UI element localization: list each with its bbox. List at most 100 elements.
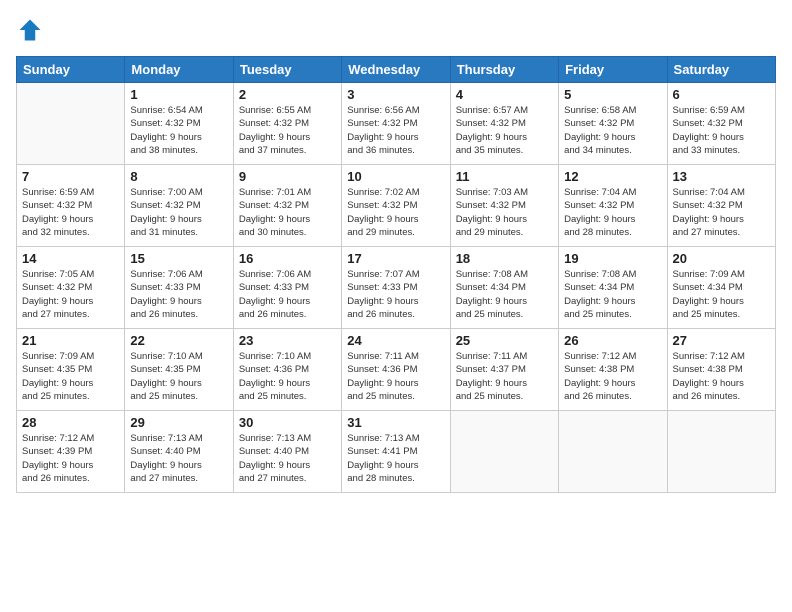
day-number: 4 <box>456 87 553 102</box>
day-info: Sunrise: 7:06 AM Sunset: 4:33 PM Dayligh… <box>130 268 227 321</box>
calendar-cell: 17Sunrise: 7:07 AM Sunset: 4:33 PM Dayli… <box>342 247 450 329</box>
day-info: Sunrise: 7:10 AM Sunset: 4:35 PM Dayligh… <box>130 350 227 403</box>
day-number: 19 <box>564 251 661 266</box>
day-number: 23 <box>239 333 336 348</box>
day-number: 11 <box>456 169 553 184</box>
day-info: Sunrise: 7:06 AM Sunset: 4:33 PM Dayligh… <box>239 268 336 321</box>
day-info: Sunrise: 7:13 AM Sunset: 4:41 PM Dayligh… <box>347 432 444 485</box>
calendar-cell: 10Sunrise: 7:02 AM Sunset: 4:32 PM Dayli… <box>342 165 450 247</box>
calendar-cell: 8 Sunrise: 7:00 AM Sunset: 4:32 PM Daylig… <box>125 165 233 247</box>
day-info: Sunrise: 7:12 AM Sunset: 4:38 PM Dayligh… <box>673 350 770 403</box>
weekday-header-row: SundayMondayTuesdayWednesdayThursdayFrid… <box>17 57 776 83</box>
calendar-cell: 12 Sunrise: 7:04 AM Sunset: 4:32 PM Dayli… <box>559 165 667 247</box>
day-number: 26 <box>564 333 661 348</box>
day-number: 2 <box>239 87 336 102</box>
calendar: SundayMondayTuesdayWednesdayThursdayFrid… <box>16 56 776 493</box>
day-info: Sunrise: 7:00 AM Sunset: 4:32 PM Dayligh… <box>130 186 227 239</box>
logo <box>16 16 48 44</box>
day-info: Sunrise: 7:12 AM Sunset: 4:39 PM Dayligh… <box>22 432 119 485</box>
weekday-header-saturday: Saturday <box>667 57 775 83</box>
day-number: 25 <box>456 333 553 348</box>
day-number: 8 <box>130 169 227 184</box>
day-number: 27 <box>673 333 770 348</box>
day-info: Sunrise: 7:11 AM Sunset: 4:36 PM Dayligh… <box>347 350 444 403</box>
day-number: 18 <box>456 251 553 266</box>
day-number: 24 <box>347 333 444 348</box>
day-info: Sunrise: 7:13 AM Sunset: 4:40 PM Dayligh… <box>130 432 227 485</box>
calendar-cell: 2Sunrise: 6:55 AM Sunset: 4:32 PM Daylig… <box>233 83 341 165</box>
calendar-cell: 7 Sunrise: 6:59 AM Sunset: 4:32 PM Daylig… <box>17 165 125 247</box>
calendar-cell: 22Sunrise: 7:10 AM Sunset: 4:35 PM Dayli… <box>125 329 233 411</box>
calendar-cell: 3 Sunrise: 6:56 AM Sunset: 4:32 PM Daylig… <box>342 83 450 165</box>
day-number: 30 <box>239 415 336 430</box>
calendar-cell: 29Sunrise: 7:13 AM Sunset: 4:40 PM Dayli… <box>125 411 233 493</box>
calendar-cell: 18 Sunrise: 7:08 AM Sunset: 4:34 PM Dayli… <box>450 247 558 329</box>
day-info: Sunrise: 7:11 AM Sunset: 4:37 PM Dayligh… <box>456 350 553 403</box>
day-info: Sunrise: 7:08 AM Sunset: 4:34 PM Dayligh… <box>564 268 661 321</box>
day-number: 15 <box>130 251 227 266</box>
week-row-5: 28 Sunrise: 7:12 AM Sunset: 4:39 PM Dayli… <box>17 411 776 493</box>
calendar-cell: 5 Sunrise: 6:58 AM Sunset: 4:32 PM Daylig… <box>559 83 667 165</box>
day-info: Sunrise: 6:57 AM Sunset: 4:32 PM Dayligh… <box>456 104 553 157</box>
day-number: 9 <box>239 169 336 184</box>
calendar-cell: 4 Sunrise: 6:57 AM Sunset: 4:32 PM Daylig… <box>450 83 558 165</box>
day-number: 5 <box>564 87 661 102</box>
day-number: 10 <box>347 169 444 184</box>
day-number: 16 <box>239 251 336 266</box>
calendar-cell: 24 Sunrise: 7:11 AM Sunset: 4:36 PM Dayli… <box>342 329 450 411</box>
day-info: Sunrise: 7:10 AM Sunset: 4:36 PM Dayligh… <box>239 350 336 403</box>
weekday-header-sunday: Sunday <box>17 57 125 83</box>
week-row-3: 14Sunrise: 7:05 AM Sunset: 4:32 PM Dayli… <box>17 247 776 329</box>
day-info: Sunrise: 7:04 AM Sunset: 4:32 PM Dayligh… <box>564 186 661 239</box>
calendar-cell: 27 Sunrise: 7:12 AM Sunset: 4:38 PM Dayli… <box>667 329 775 411</box>
day-info: Sunrise: 7:04 AM Sunset: 4:32 PM Dayligh… <box>673 186 770 239</box>
calendar-cell <box>559 411 667 493</box>
day-number: 3 <box>347 87 444 102</box>
day-info: Sunrise: 6:59 AM Sunset: 4:32 PM Dayligh… <box>673 104 770 157</box>
weekday-header-friday: Friday <box>559 57 667 83</box>
calendar-cell: 26 Sunrise: 7:12 AM Sunset: 4:38 PM Dayli… <box>559 329 667 411</box>
day-info: Sunrise: 7:01 AM Sunset: 4:32 PM Dayligh… <box>239 186 336 239</box>
day-info: Sunrise: 7:07 AM Sunset: 4:33 PM Dayligh… <box>347 268 444 321</box>
day-info: Sunrise: 7:13 AM Sunset: 4:40 PM Dayligh… <box>239 432 336 485</box>
calendar-cell: 23 Sunrise: 7:10 AM Sunset: 4:36 PM Dayli… <box>233 329 341 411</box>
calendar-cell <box>17 83 125 165</box>
day-info: Sunrise: 7:03 AM Sunset: 4:32 PM Dayligh… <box>456 186 553 239</box>
header <box>16 16 776 44</box>
calendar-cell: 28 Sunrise: 7:12 AM Sunset: 4:39 PM Dayli… <box>17 411 125 493</box>
day-number: 28 <box>22 415 119 430</box>
calendar-cell: 25 Sunrise: 7:11 AM Sunset: 4:37 PM Dayli… <box>450 329 558 411</box>
day-info: Sunrise: 6:56 AM Sunset: 4:32 PM Dayligh… <box>347 104 444 157</box>
day-number: 31 <box>347 415 444 430</box>
day-number: 20 <box>673 251 770 266</box>
day-info: Sunrise: 6:58 AM Sunset: 4:32 PM Dayligh… <box>564 104 661 157</box>
day-number: 14 <box>22 251 119 266</box>
day-info: Sunrise: 6:54 AM Sunset: 4:32 PM Dayligh… <box>130 104 227 157</box>
week-row-2: 7 Sunrise: 6:59 AM Sunset: 4:32 PM Daylig… <box>17 165 776 247</box>
calendar-cell: 14Sunrise: 7:05 AM Sunset: 4:32 PM Dayli… <box>17 247 125 329</box>
day-info: Sunrise: 7:08 AM Sunset: 4:34 PM Dayligh… <box>456 268 553 321</box>
calendar-cell <box>450 411 558 493</box>
day-number: 13 <box>673 169 770 184</box>
calendar-cell: 19 Sunrise: 7:08 AM Sunset: 4:34 PM Dayli… <box>559 247 667 329</box>
calendar-cell: 6Sunrise: 6:59 AM Sunset: 4:32 PM Daylig… <box>667 83 775 165</box>
calendar-cell: 9 Sunrise: 7:01 AM Sunset: 4:32 PM Daylig… <box>233 165 341 247</box>
day-info: Sunrise: 7:09 AM Sunset: 4:34 PM Dayligh… <box>673 268 770 321</box>
calendar-cell: 21Sunrise: 7:09 AM Sunset: 4:35 PM Dayli… <box>17 329 125 411</box>
day-number: 21 <box>22 333 119 348</box>
day-number: 1 <box>130 87 227 102</box>
day-number: 7 <box>22 169 119 184</box>
logo-icon <box>16 16 44 44</box>
page: SundayMondayTuesdayWednesdayThursdayFrid… <box>0 0 792 612</box>
day-info: Sunrise: 6:59 AM Sunset: 4:32 PM Dayligh… <box>22 186 119 239</box>
calendar-cell: 20 Sunrise: 7:09 AM Sunset: 4:34 PM Dayli… <box>667 247 775 329</box>
calendar-cell: 1 Sunrise: 6:54 AM Sunset: 4:32 PM Daylig… <box>125 83 233 165</box>
calendar-cell: 13 Sunrise: 7:04 AM Sunset: 4:32 PM Dayli… <box>667 165 775 247</box>
weekday-header-monday: Monday <box>125 57 233 83</box>
calendar-cell: 15 Sunrise: 7:06 AM Sunset: 4:33 PM Dayli… <box>125 247 233 329</box>
calendar-cell <box>667 411 775 493</box>
weekday-header-wednesday: Wednesday <box>342 57 450 83</box>
day-number: 12 <box>564 169 661 184</box>
week-row-1: 1 Sunrise: 6:54 AM Sunset: 4:32 PM Daylig… <box>17 83 776 165</box>
day-info: Sunrise: 7:12 AM Sunset: 4:38 PM Dayligh… <box>564 350 661 403</box>
